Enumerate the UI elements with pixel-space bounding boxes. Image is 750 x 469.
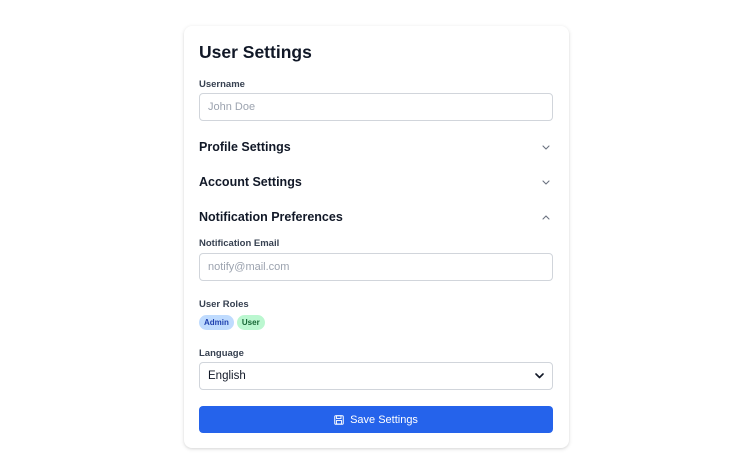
language-select[interactable]: English bbox=[199, 362, 553, 390]
notification-email-input[interactable] bbox=[199, 253, 553, 281]
page-title: User Settings bbox=[199, 42, 312, 62]
chevron-down-icon bbox=[535, 373, 544, 379]
role-badge-admin: Admin bbox=[199, 315, 234, 330]
username-label: Username bbox=[199, 79, 245, 90]
user-roles-label: User Roles bbox=[199, 299, 249, 310]
section-title: Profile Settings bbox=[199, 140, 291, 154]
section-profile-settings[interactable]: Profile Settings bbox=[199, 136, 553, 158]
settings-card: User Settings Username Profile Settings … bbox=[184, 26, 569, 448]
section-account-settings[interactable]: Account Settings bbox=[199, 171, 553, 193]
role-badges: Admin User bbox=[199, 315, 268, 333]
section-title: Account Settings bbox=[199, 175, 302, 189]
role-badge-user: User bbox=[236, 315, 265, 330]
section-notification-preferences[interactable]: Notification Preferences bbox=[199, 206, 553, 228]
username-input[interactable] bbox=[199, 93, 553, 121]
save-icon bbox=[334, 414, 344, 425]
chevron-up-icon bbox=[541, 212, 551, 222]
language-selected-value: English bbox=[208, 370, 246, 382]
save-button-label: Save Settings bbox=[350, 413, 418, 426]
chevron-down-icon bbox=[541, 177, 551, 187]
notification-email-label: Notification Email bbox=[199, 238, 280, 249]
section-title: Notification Preferences bbox=[199, 210, 343, 224]
chevron-down-icon bbox=[541, 142, 551, 152]
language-label: Language bbox=[199, 348, 244, 359]
save-settings-button[interactable]: Save Settings bbox=[199, 406, 553, 433]
